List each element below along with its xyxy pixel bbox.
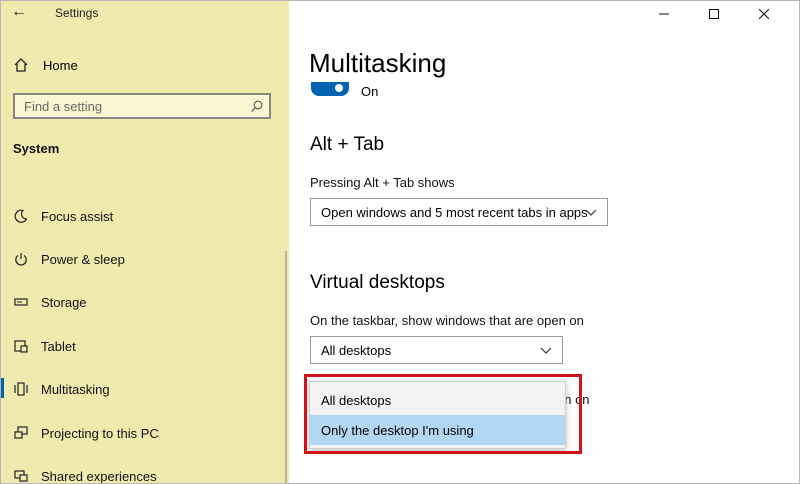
virtual-desktops-selected-value: All desktops (321, 342, 392, 358)
title-bar: ← Settings (1, 1, 289, 27)
close-button[interactable] (739, 1, 789, 27)
minimize-icon (659, 13, 669, 15)
power-icon (13, 251, 29, 267)
search-placeholder: Find a setting (24, 99, 103, 114)
tablet-icon (13, 338, 29, 354)
back-arrow-icon[interactable]: ← (11, 3, 27, 21)
sidebar-item-label: Projecting to this PC (41, 425, 159, 441)
sidebar-item-label: Power & sleep (41, 251, 125, 267)
sidebar-item-multitasking[interactable]: Multitasking (13, 378, 283, 400)
alt-tab-description: Pressing Alt + Tab shows (310, 175, 455, 190)
multitasking-toggle[interactable] (311, 82, 349, 96)
sidebar-item-focus-assist[interactable]: Focus assist (13, 205, 283, 227)
sidebar-item-label: Storage (41, 294, 87, 310)
maximize-icon (709, 9, 719, 19)
sidebar-item-label: Shared experiences (41, 468, 157, 484)
toggle-state-label: On (361, 84, 379, 99)
alt-tab-selected-value: Open windows and 5 most recent tabs in a… (321, 204, 588, 220)
window-controls (639, 1, 799, 27)
sidebar-item-label: Focus assist (41, 208, 114, 224)
home-link[interactable]: Home (13, 55, 78, 75)
sidebar-item-tablet[interactable]: Tablet (13, 335, 283, 357)
projecting-icon (13, 425, 29, 441)
storage-icon (13, 294, 29, 310)
section-heading-system: System (13, 141, 60, 156)
sidebar-item-shared-experiences[interactable]: Shared experiences (13, 465, 283, 484)
close-icon (759, 9, 769, 19)
moon-icon (13, 208, 29, 224)
search-icon[interactable] (250, 100, 263, 113)
app-title: Settings (55, 6, 99, 20)
sidebar-scrollbar[interactable] (285, 251, 287, 483)
virtual-desktops-dropdown[interactable]: All desktops (310, 336, 563, 364)
search-input[interactable]: Find a setting (13, 93, 271, 119)
home-icon (14, 58, 28, 72)
alt-tab-dropdown[interactable]: Open windows and 5 most recent tabs in a… (310, 198, 608, 226)
alt-tab-heading: Alt + Tab (310, 134, 385, 155)
sidebar-item-power-sleep[interactable]: Power & sleep (13, 248, 283, 270)
page-title: Multitasking (309, 48, 447, 78)
sidebar-item-projecting[interactable]: Projecting to this PC (13, 422, 283, 444)
virtual-desktops-description: On the taskbar, show windows that are op… (310, 313, 584, 328)
chevron-down-icon (540, 347, 552, 354)
chevron-down-icon (585, 209, 597, 216)
maximize-button[interactable] (689, 1, 739, 27)
multitasking-icon (13, 381, 29, 397)
sidebar-item-label: Multitasking (41, 381, 110, 397)
red-highlight-box (304, 374, 582, 454)
sidebar: ← Settings Home Find a setting System Fo… (1, 1, 289, 483)
minimize-button[interactable] (639, 1, 689, 27)
sidebar-item-storage[interactable]: Storage (13, 291, 283, 313)
virtual-desktops-heading: Virtual desktops (310, 272, 445, 293)
shared-experiences-icon (13, 468, 29, 483)
sidebar-item-label: Tablet (41, 338, 76, 354)
home-label: Home (43, 57, 78, 73)
active-indicator (1, 378, 4, 398)
settings-window: ← Settings Home Find a setting System Fo… (0, 0, 800, 484)
